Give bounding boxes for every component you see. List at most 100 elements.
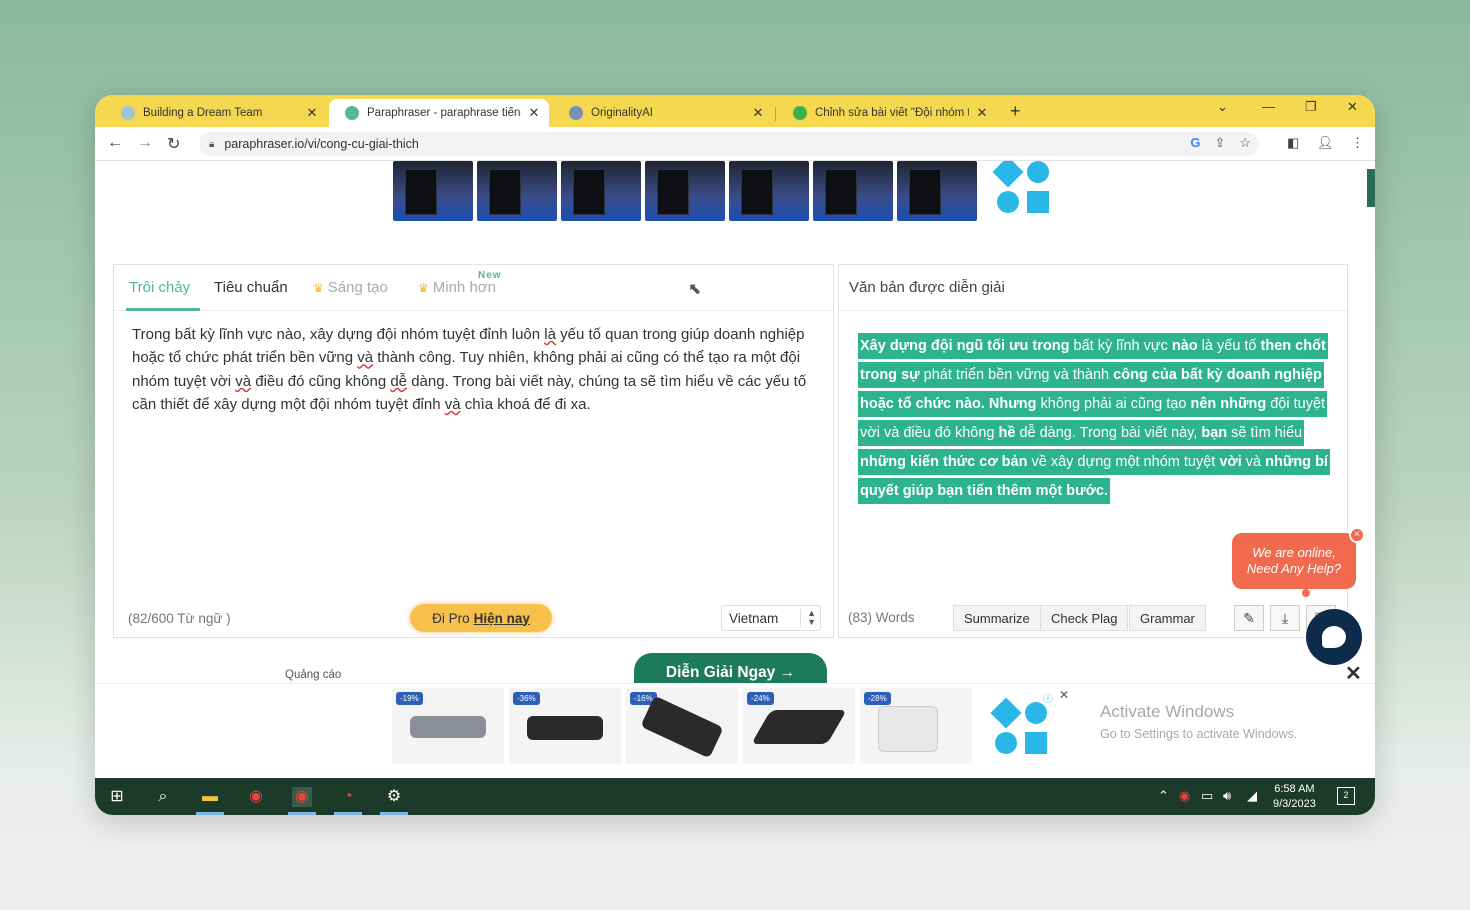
- tab-close-icon[interactable]: ✕: [305, 105, 319, 121]
- spell-flag: là: [544, 326, 556, 343]
- tab-close-icon[interactable]: ✕: [975, 105, 989, 121]
- select-arrows-icon: ▲ ▼: [800, 609, 816, 627]
- output-segment: hề: [998, 425, 1016, 441]
- usb-hub-image: [410, 716, 486, 738]
- chrome-profile-icon[interactable]: ◉: [292, 787, 312, 807]
- discount-badge: -36%: [513, 692, 540, 705]
- output-title: Văn bản được diễn giải: [849, 279, 1005, 296]
- ad-product[interactable]: -24%: [743, 688, 855, 764]
- summarize-button[interactable]: Summarize: [953, 605, 1041, 631]
- check-plag-button[interactable]: Check Plag: [1040, 605, 1129, 631]
- ad-info-icon[interactable]: ⓘ: [1043, 690, 1053, 705]
- input-word-count: (82/600 Từ ngữ ): [128, 611, 231, 626]
- input-panel: Trôi chảy Tiêu chuẩn ♛ Sáng tạo ♛ Minh hơn…: [113, 264, 834, 638]
- google-translate-icon[interactable]: G: [1190, 135, 1200, 151]
- tab-standard[interactable]: Tiêu chuẩn: [214, 279, 288, 296]
- windows-start-icon[interactable]: ⊞: [107, 787, 127, 807]
- output-segment: sẽ tìm hiểu: [1227, 425, 1303, 441]
- back-arrow-icon[interactable]: ←: [107, 134, 123, 152]
- ad-product-image[interactable]: [477, 161, 557, 221]
- chat-bubble-icon: [1322, 626, 1346, 648]
- tab-smarter[interactable]: ♛ Minh hơn: [418, 279, 496, 296]
- address-bar[interactable]: 🔒︎ paraphraser.io/vi/cong-cu-giai-thich …: [199, 132, 1259, 156]
- clock-date: 9/3/2023: [1273, 798, 1316, 810]
- restore-icon[interactable]: ❐: [1305, 99, 1317, 115]
- tab-creative[interactable]: ♛ Sáng tạo: [313, 279, 388, 296]
- active-app-underline: [380, 812, 408, 815]
- active-app-underline: [334, 812, 362, 815]
- chat-prompt-bubble[interactable]: We are online, Need Any Help?: [1232, 533, 1356, 589]
- star-bookmark-icon[interactable]: ☆: [1239, 135, 1251, 151]
- tray-app-icon[interactable]: ◉: [1179, 788, 1190, 804]
- crown-icon: ♛: [418, 281, 429, 295]
- activate-windows-watermark: Activate Windows Go to Settings to activ…: [1100, 702, 1297, 741]
- go-pro-button[interactable]: Đi Pro Hiện nay: [410, 604, 552, 632]
- ads-label: Quảng cáo: [285, 669, 342, 681]
- ad-dismiss-icon[interactable]: ✕: [1059, 688, 1069, 702]
- language-select[interactable]: Vietnam ▲ ▼: [721, 605, 821, 631]
- download-icon[interactable]: ⤓: [1270, 605, 1300, 631]
- close-window-icon[interactable]: ✕: [1347, 99, 1358, 115]
- tab-originalityai[interactable]: OriginalityAI ✕: [553, 99, 773, 127]
- highlighted-output: Xây dựng đội ngũ tối ưu trong bất kỳ lĩn…: [858, 333, 1330, 504]
- discount-badge: -24%: [747, 692, 774, 705]
- reload-icon[interactable]: ↻: [167, 134, 180, 154]
- active-app-underline: [196, 812, 224, 815]
- battery-icon[interactable]: ▭: [1201, 788, 1213, 804]
- ad-product-image[interactable]: [393, 161, 473, 221]
- edit-pencil-icon[interactable]: ✎: [1234, 605, 1264, 631]
- chat-close-icon[interactable]: ×: [1349, 527, 1365, 543]
- file-explorer-icon[interactable]: ▬: [200, 787, 220, 807]
- page-content: Trôi chảy Tiêu chuẩn ♛ Sáng tạo ♛ Minh hơn…: [95, 161, 1375, 778]
- tab-fluent[interactable]: Trôi chảy: [129, 279, 190, 296]
- ad-product[interactable]: -36%: [509, 688, 621, 764]
- volume-icon[interactable]: 🔊︎: [1223, 788, 1231, 804]
- output-segment: những kiến thức cơ bản: [860, 454, 1028, 470]
- output-segment: nên những: [1190, 396, 1267, 412]
- ad-product-image[interactable]: [729, 161, 809, 221]
- output-textarea[interactable]: Xây dựng đội ngũ tối ưu trong bất kỳ lĩn…: [858, 332, 1330, 506]
- url-text: paraphraser.io/vi/cong-cu-giai-thich: [224, 137, 419, 151]
- tray-chevron-icon[interactable]: ⌃: [1158, 788, 1169, 804]
- ad-product-image[interactable]: [645, 161, 725, 221]
- tab-close-icon[interactable]: ✕: [751, 105, 765, 121]
- ad-product[interactable]: -19%: [392, 688, 504, 764]
- menu-kebab-icon[interactable]: ⋮: [1351, 135, 1364, 151]
- search-icon[interactable]: ⌕: [153, 787, 173, 807]
- tab-chinh-sua-bai-viet[interactable]: Chỉnh sửa bài viết "Đội nhóm tu ✕: [777, 99, 997, 127]
- ad-product-image[interactable]: [813, 161, 893, 221]
- new-badge: New: [478, 270, 502, 281]
- tab-close-icon[interactable]: ✕: [527, 105, 541, 121]
- bottom-ad-banner[interactable]: -19% -36% -16% -24% -28% ⓘ ✕ Activate Wi…: [95, 683, 1375, 778]
- top-ad-banner[interactable]: [393, 161, 977, 221]
- new-tab-button[interactable]: +: [1010, 101, 1021, 122]
- ad-product-image[interactable]: [561, 161, 641, 221]
- output-segment: Xây dựng đội ngũ tối ưu trong: [860, 338, 1070, 354]
- forward-arrow-icon[interactable]: →: [137, 134, 153, 152]
- share-icon[interactable]: ⇪: [1214, 135, 1225, 151]
- profile-icon[interactable]: 👤︎: [1317, 135, 1334, 151]
- ad-product[interactable]: -16%: [626, 688, 738, 764]
- input-textarea[interactable]: Trong bất kỳ lĩnh vực nào, xây dựng đội …: [132, 323, 812, 417]
- recorder-app-icon[interactable]: ◔: [338, 787, 358, 807]
- windows-taskbar: ⊞ ⌕ ▬ ◉ ◉ ◔ ⚙ ⌃ ◉ ▭ 🔊︎ ◢ 6:58 AM 9/3/202…: [95, 778, 1375, 815]
- scroll-indicator[interactable]: [1367, 169, 1375, 207]
- ad-network-logo-icon: [990, 697, 1055, 754]
- chrome-icon[interactable]: ◉: [246, 787, 266, 807]
- grammar-button[interactable]: Grammar: [1129, 605, 1206, 631]
- tab-search-chevron-icon[interactable]: ⌄: [1217, 99, 1228, 115]
- notification-center-icon[interactable]: 2: [1337, 787, 1355, 805]
- side-panel-icon[interactable]: ◧: [1287, 135, 1299, 151]
- ad-product[interactable]: -28%: [860, 688, 972, 764]
- wifi-icon[interactable]: ◢: [1247, 788, 1257, 804]
- taskbar-clock[interactable]: 6:58 AM 9/3/2023: [1273, 782, 1316, 812]
- minimize-icon[interactable]: —: [1262, 99, 1275, 114]
- output-segment: dễ dàng. Trong bài viết này,: [1015, 425, 1202, 441]
- settings-gear-icon[interactable]: ⚙: [384, 787, 404, 807]
- ad-product-image[interactable]: [897, 161, 977, 221]
- chat-launcher-button[interactable]: [1306, 609, 1362, 665]
- go-pro-link[interactable]: Hiện nay: [474, 611, 530, 626]
- tab-building-dream-team[interactable]: Building a Dream Team ✕: [105, 99, 327, 127]
- tab-paraphraser[interactable]: Paraphraser - paraphrase tiếng v ✕: [329, 99, 549, 127]
- output-segment: vời: [1219, 454, 1242, 470]
